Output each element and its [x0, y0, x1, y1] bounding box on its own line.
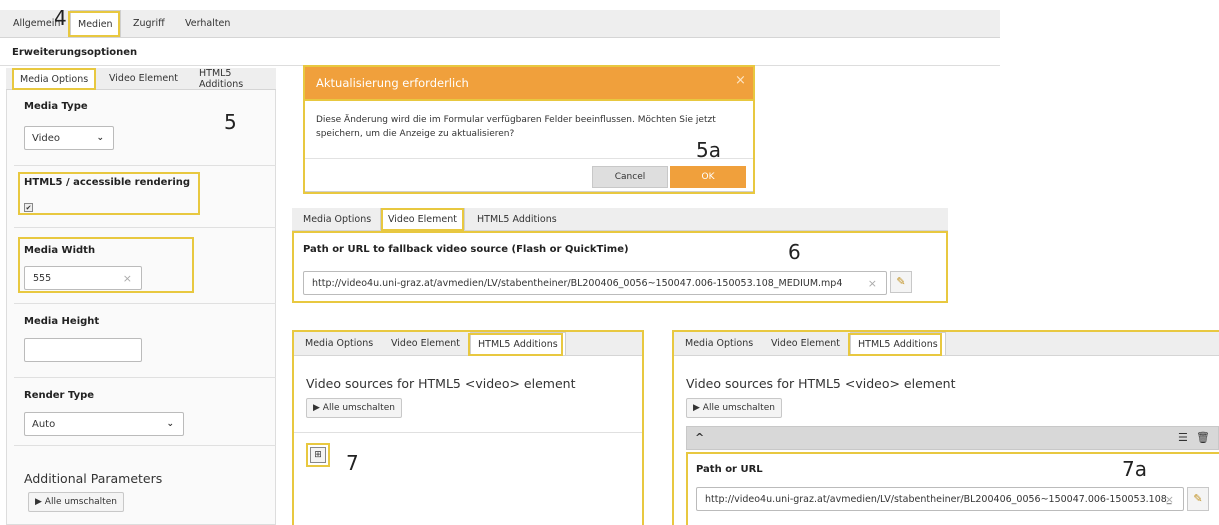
html5-rendering-section [14, 166, 276, 228]
tab-media-options[interactable]: Media Options [678, 332, 760, 355]
additional-parameters-label: Additional Parameters [24, 471, 163, 486]
html5-a-divider [294, 432, 642, 433]
section-title [0, 42, 1000, 66]
section-title-text: Erweiterungsoptionen [12, 47, 138, 58]
tab-video-element[interactable]: Video Element [380, 208, 465, 230]
tab-html5-additions[interactable]: HTML5 Additions [192, 68, 276, 90]
dialog-title: Aktualisierung erforderlich [316, 76, 469, 90]
tab-video-element[interactable]: Video Element [384, 332, 467, 355]
media-type-value: Video [32, 132, 61, 144]
html5-rendering-checkbox[interactable]: ✔ [24, 203, 33, 212]
html5-a-toggle-all-button[interactable]: ▶ Alle umschalten [306, 398, 402, 418]
html5-a-heading: Video sources for HTML5 <video> element [306, 376, 576, 391]
html5-panel-a [292, 330, 644, 525]
drag-handle-icon[interactable]: ☰ [1178, 431, 1188, 444]
callout-5a: 5a [696, 138, 721, 162]
dialog-close-icon[interactable]: × [735, 73, 746, 88]
html5-rendering-label: HTML5 / accessible rendering [24, 177, 191, 188]
tab-medien[interactable]: Medien [70, 10, 121, 37]
tab-verhalten[interactable]: Verhalten [178, 10, 237, 37]
clear-icon[interactable]: × [868, 277, 877, 290]
left-sub-tab-bar: Media Options Video Element HTML5 Additi… [6, 68, 276, 90]
fallback-field-label: Path or URL to fallback video source (Fl… [303, 244, 629, 255]
add-item-icon[interactable]: ⊞ [310, 447, 326, 463]
tab-video-element[interactable]: Video Element [102, 68, 185, 89]
clear-icon[interactable]: × [1165, 493, 1174, 506]
top-tab-bar: Allgemein Medien Zugriff Verhalten [0, 10, 1000, 38]
html5-b-heading: Video sources for HTML5 <video> element [686, 376, 956, 391]
tab-html5-additions[interactable]: HTML5 Additions [850, 332, 946, 355]
tab-html5-additions[interactable]: HTML5 Additions [470, 332, 566, 355]
path-url-input[interactable]: http://video4u.uni-graz.at/avmedien/LV/s… [696, 487, 1184, 511]
fallback-url-value: http://video4u.uni-graz.at/avmedien/LV/s… [312, 277, 843, 289]
clear-icon[interactable]: × [123, 272, 132, 285]
tab-zugriff[interactable]: Zugriff [126, 10, 172, 37]
callout-7: 7 [346, 451, 359, 475]
cancel-button[interactable]: Cancel [592, 166, 668, 188]
media-width-label: Media Width [24, 245, 96, 256]
render-type-label: Render Type [24, 390, 95, 401]
dialog-message: Diese Änderung wird die im Formular verf… [316, 115, 716, 139]
chevron-down-icon: ⌄ [166, 419, 174, 429]
source-item-header [686, 426, 1219, 450]
path-url-label: Path or URL [696, 464, 763, 475]
tab-media-options[interactable]: Media Options [298, 332, 380, 355]
media-type-label: Media Type [24, 101, 88, 112]
html5-b-tab-bar: Media Options Video Element HTML5 Additi… [674, 332, 1219, 356]
tab-html5-additions[interactable]: HTML5 Additions [470, 208, 564, 230]
delete-icon[interactable]: 🗑 [1196, 431, 1210, 444]
toggle-all-button[interactable]: ▶ Alle umschalten [28, 492, 124, 512]
media-type-select[interactable]: Video ⌄ [24, 126, 114, 150]
callout-5: 5 [224, 110, 237, 134]
collapse-icon[interactable]: ^ [695, 431, 704, 444]
media-height-input[interactable] [24, 338, 142, 362]
chevron-down-icon: ⌄ [96, 133, 104, 143]
html5-a-tab-bar: Media Options Video Element HTML5 Additi… [294, 332, 642, 356]
callout-7a: 7a [1122, 457, 1147, 481]
render-type-select[interactable]: Auto ⌄ [24, 412, 184, 436]
callout-4: 4 [54, 6, 67, 30]
path-url-value: http://video4u.uni-graz.at/avmedien/LV/s… [705, 493, 1172, 505]
ok-button[interactable]: OK [670, 166, 746, 188]
tab-media-options[interactable]: Media Options [12, 68, 97, 89]
media-width-input[interactable]: 555 × [24, 266, 142, 290]
dialog-divider [304, 158, 754, 159]
link-browser-icon[interactable]: ✎ [890, 271, 912, 293]
tab-video-element[interactable]: Video Element [764, 332, 847, 355]
render-type-value: Auto [32, 418, 56, 430]
link-browser-icon[interactable]: ✎ [1187, 487, 1209, 511]
tab-media-options[interactable]: Media Options [296, 208, 378, 230]
media-height-label: Media Height [24, 316, 100, 327]
fallback-url-input[interactable]: http://video4u.uni-graz.at/avmedien/LV/s… [303, 271, 887, 295]
media-width-value: 555 [33, 272, 52, 284]
video-element-tab-bar: Media Options Video Element HTML5 Additi… [292, 208, 948, 231]
html5-b-toggle-all-button[interactable]: ▶ Alle umschalten [686, 398, 782, 418]
callout-6: 6 [788, 240, 801, 264]
